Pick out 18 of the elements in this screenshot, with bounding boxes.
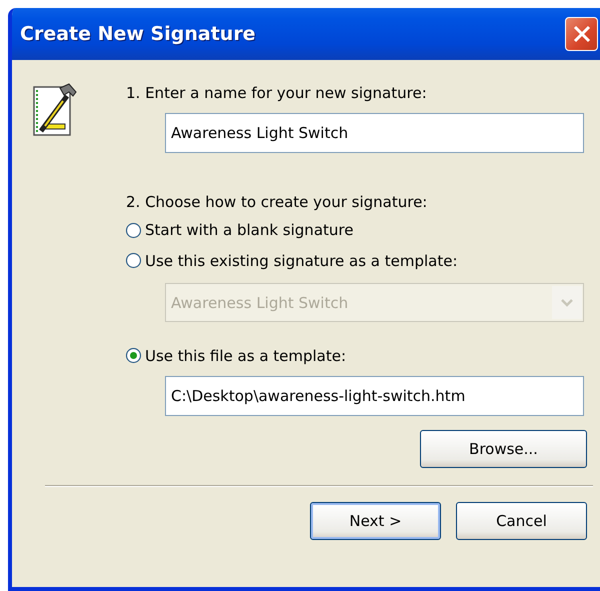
radio-label[interactable]: Start with a blank signature (145, 221, 354, 239)
chevron-down-icon (560, 298, 574, 308)
cancel-button[interactable]: Cancel (456, 502, 587, 540)
radio-button[interactable] (126, 222, 141, 238)
page-hammer-icon (33, 82, 77, 138)
window-title: Create New Signature (20, 23, 256, 45)
radio-button[interactable] (126, 253, 141, 268)
file-path-field[interactable]: C:\Desktop\awareness-light-switch.htm (165, 376, 584, 416)
field-label: 1. Enter a name for your new signature: (126, 84, 428, 102)
radio-label[interactable]: Use this existing signature as a template: (145, 252, 458, 270)
close-icon (572, 24, 592, 44)
radio-button[interactable] (126, 348, 141, 363)
close-button[interactable] (565, 17, 598, 51)
browse-button[interactable]: Browse... (420, 430, 587, 468)
next-button[interactable]: Next > (310, 502, 441, 540)
radio-label[interactable]: Use this file as a template: (145, 346, 346, 364)
section-label: 2. Choose how to create your signature: (126, 193, 428, 211)
name-input-field[interactable]: Awareness Light Switch (165, 113, 584, 153)
